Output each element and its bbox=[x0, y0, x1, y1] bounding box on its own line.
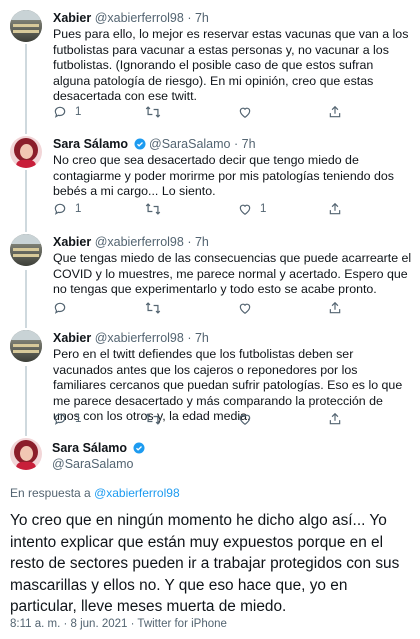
tweet-time[interactable]: 7h bbox=[195, 11, 209, 25]
share-icon bbox=[329, 105, 341, 118]
retweet-icon bbox=[145, 413, 161, 425]
reply-icon bbox=[54, 106, 66, 118]
reply-button[interactable]: 1 bbox=[53, 202, 81, 216]
share-button[interactable] bbox=[328, 202, 342, 216]
reply-count: 1 bbox=[75, 106, 82, 118]
reply-count: 1 bbox=[75, 413, 82, 425]
share-button[interactable] bbox=[328, 301, 342, 315]
tweet-4[interactable]: Xabier @xabierferrol98 · 7h Pero en el t… bbox=[0, 326, 420, 436]
heart-icon bbox=[239, 303, 251, 314]
retweet-button[interactable] bbox=[145, 412, 169, 426]
avatar-xabier[interactable] bbox=[10, 234, 42, 266]
author-handle[interactable]: @xabierferrol98 bbox=[95, 235, 184, 249]
retweet-icon bbox=[145, 203, 161, 215]
like-count: 1 bbox=[260, 203, 267, 215]
like-button[interactable] bbox=[238, 301, 260, 315]
tweet-time[interactable]: 7h bbox=[195, 331, 209, 345]
tweet-2[interactable]: Sara Sálamo @SaraSalamo · 7h No creo que… bbox=[0, 132, 420, 228]
author-handle[interactable]: @SaraSalamo bbox=[149, 137, 230, 151]
share-icon bbox=[329, 202, 341, 215]
tweet-3[interactable]: Xabier @xabierferrol98 · 7h Que tengas m… bbox=[0, 230, 420, 326]
reply-count: 1 bbox=[75, 203, 82, 215]
main-tweet: Sara Sálamo @SaraSalamo En respuesta a @… bbox=[0, 436, 420, 639]
tweet-timestamp[interactable]: 8:11 a. m. · 8 jun. 2021 · Twitter for i… bbox=[10, 618, 227, 630]
reply-icon bbox=[54, 302, 66, 314]
retweet-button[interactable] bbox=[145, 301, 169, 315]
verified-badge-icon bbox=[133, 442, 145, 454]
retweet-icon bbox=[145, 302, 161, 314]
author-handle[interactable]: @xabierferrol98 bbox=[95, 331, 184, 345]
reply-to-handle-link[interactable]: @xabierferrol98 bbox=[94, 486, 180, 500]
reply-icon bbox=[54, 203, 66, 215]
main-tweet-text: Yo creo que en ningún momento he dicho a… bbox=[10, 512, 400, 616]
share-icon bbox=[329, 301, 341, 314]
heart-icon bbox=[239, 414, 251, 425]
reply-button[interactable]: 1 bbox=[53, 412, 81, 426]
share-button[interactable] bbox=[328, 412, 342, 426]
tweet-time[interactable]: 7h bbox=[242, 137, 256, 151]
author-name[interactable]: Xabier bbox=[53, 235, 91, 249]
like-button[interactable]: 1 bbox=[238, 202, 266, 216]
avatar-sara[interactable] bbox=[10, 438, 42, 470]
author-name[interactable]: Xabier bbox=[53, 11, 91, 25]
retweet-button[interactable] bbox=[145, 202, 169, 216]
tweet-text: Que tengas miedo de las consecuencias qu… bbox=[53, 251, 412, 297]
avatar-xabier[interactable] bbox=[10, 330, 42, 362]
tweet-1[interactable]: Xabier @xabierferrol98 · 7h Pues para el… bbox=[0, 0, 420, 130]
like-button[interactable] bbox=[238, 412, 260, 426]
heart-icon bbox=[239, 107, 251, 118]
share-icon bbox=[329, 412, 341, 425]
retweet-button[interactable] bbox=[145, 105, 169, 119]
verified-badge-icon bbox=[134, 138, 146, 150]
author-handle[interactable]: @SaraSalamo bbox=[52, 457, 133, 472]
retweet-icon bbox=[145, 106, 161, 118]
tweet-time[interactable]: 7h bbox=[195, 235, 209, 249]
author-name[interactable]: Sara Sálamo bbox=[52, 441, 127, 455]
author-name[interactable]: Xabier bbox=[53, 331, 91, 345]
like-button[interactable] bbox=[238, 105, 260, 119]
avatar-xabier[interactable] bbox=[10, 10, 42, 42]
author-name[interactable]: Sara Sálamo bbox=[53, 137, 128, 151]
reply-icon bbox=[54, 413, 66, 425]
reply-context: En respuesta a @xabierferrol98 bbox=[10, 486, 180, 500]
avatar-sara[interactable] bbox=[10, 136, 42, 168]
reply-button[interactable]: 1 bbox=[53, 105, 81, 119]
author-handle[interactable]: @xabierferrol98 bbox=[95, 11, 184, 25]
tweet-text: No creo que sea desacertado decir que te… bbox=[53, 153, 394, 199]
tweet-text: Pues para ello, lo mejor es reservar est… bbox=[53, 27, 409, 104]
share-button[interactable] bbox=[328, 105, 342, 119]
heart-icon bbox=[239, 204, 251, 215]
reply-button[interactable] bbox=[53, 301, 75, 315]
